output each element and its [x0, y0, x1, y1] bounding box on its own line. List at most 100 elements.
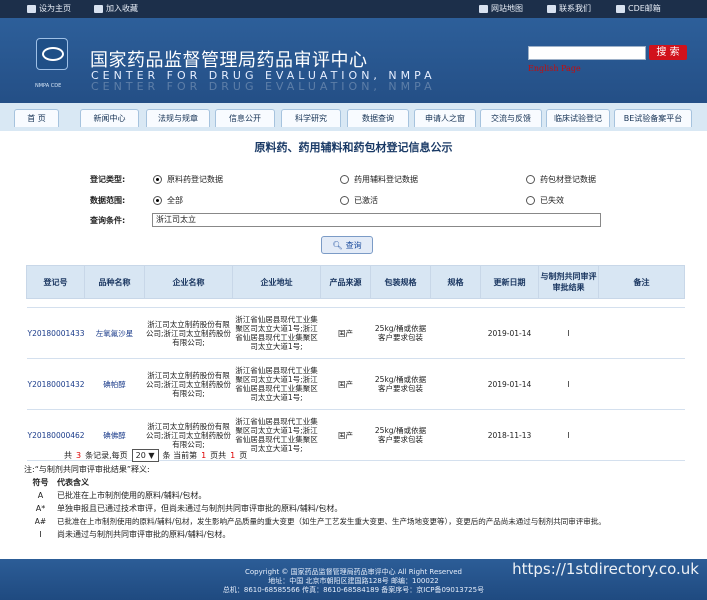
footer-phones: 总机：8610-68585566 传真：8610-68584189 备案序号：京… — [222, 586, 485, 594]
nav-regulations[interactable]: 法规与规章 — [146, 109, 210, 127]
nav-public-info[interactable]: 信息公开 — [215, 109, 275, 127]
type-radio-api[interactable]: 原料药登记数据 — [153, 174, 223, 185]
pager: 共 3 条记录,每页 20 ▼ 条 当前第 1 页共 1 页 — [64, 449, 248, 462]
package-spec: 25kg/桶或依据客户要求包装 — [370, 358, 431, 410]
review-result: I — [538, 307, 599, 359]
nav-be-platform[interactable]: BE试验备案平台 — [614, 109, 692, 127]
radio-dot — [526, 196, 535, 205]
review-result: I — [538, 409, 599, 461]
spec — [430, 358, 481, 410]
radio-dot — [526, 175, 535, 184]
company-name: 浙江司太立制药股份有限公司;浙江司太立制药股份有限公司; — [144, 358, 233, 410]
logo-caption: NMPA CDE — [35, 83, 62, 89]
remark — [598, 358, 685, 410]
col-header: 规格 — [430, 265, 481, 299]
radio-dot — [153, 175, 162, 184]
review-result: I — [538, 358, 599, 410]
update-date: 2019-01-14 — [480, 307, 539, 359]
product-name[interactable]: 左氧氟沙星 — [84, 307, 145, 359]
query-button[interactable]: 🔍︎ 查询 — [321, 236, 373, 254]
col-header: 更新日期 — [480, 265, 539, 299]
watermark: https://1stdirectory.co.uk — [512, 560, 699, 578]
package-spec: 25kg/桶或依据客户要求包装 — [370, 409, 431, 461]
col-header: 企业名称 — [144, 265, 233, 299]
legend-header: 符号 代表含义 — [32, 478, 90, 487]
mail-link[interactable]: CDE邮箱 — [616, 3, 661, 14]
product-source: 国产 — [320, 358, 371, 410]
scope-radio-inactive[interactable]: 已失效 — [526, 195, 564, 206]
site-search-input[interactable] — [528, 46, 646, 60]
legend-item: A 已批准在上市制剂使用的原料/辅料/包材。 — [37, 491, 207, 500]
spec — [430, 307, 481, 359]
legend-item: A* 单独申报且已通过技术审评，但尚未通过与制剂共同审评审批的原料/辅料/包材。 — [35, 504, 343, 513]
col-header: 企业地址 — [232, 265, 321, 299]
page-size-select[interactable]: 20 ▼ — [131, 449, 159, 462]
set-home-link[interactable]: 设为主页 — [27, 3, 71, 14]
type-label: 登记类型: — [90, 175, 126, 184]
nmpa-logo — [36, 38, 68, 70]
phone-icon — [547, 4, 556, 13]
reg-no-link[interactable]: Y20180001433 — [26, 307, 85, 359]
site-search-button[interactable]: 搜 索 — [649, 45, 687, 60]
nav-applicant[interactable]: 申请人之窗 — [414, 109, 476, 127]
company-address: 浙江省仙居县现代工业集聚区司太立大道1号;浙江省仙居县现代工业集聚区司太立大道1… — [232, 358, 321, 410]
package-spec: 25kg/桶或依据客户要求包装 — [370, 307, 431, 359]
update-date: 2018-11-13 — [480, 409, 539, 461]
top-bar: 设为主页 加入收藏 网站地图 联系我们 CDE邮箱 — [0, 0, 707, 18]
result-legend: 注:“与制剂共同审评审批结果”释义: 符号 代表含义 A 已批准在上市制剂使用的原料… — [24, 463, 606, 541]
sitemap-link[interactable]: 网站地图 — [479, 3, 523, 14]
col-header: 与制剂共同审评审批结果 — [538, 265, 599, 299]
legend-item: A# 已批准在上市制剂使用的原料/辅料/包材，发生影响产品质量的重大变更（如生产工… — [34, 517, 606, 526]
nav-data-query[interactable]: 数据查询 — [347, 109, 409, 127]
footer-address: 地址：中国 北京市朝阳区建国路128号 邮编：100022 — [268, 577, 439, 585]
current-page: 1 — [201, 451, 207, 460]
nav-home[interactable]: 首 页 — [14, 109, 59, 127]
nav-news[interactable]: 新闻中心 — [80, 109, 139, 127]
legend-item: I 尚未通过与制剂共同审评审批的原料/辅料/包材。 — [39, 530, 231, 539]
product-source: 国产 — [320, 409, 371, 461]
radio-dot — [340, 175, 349, 184]
question-icon — [479, 4, 488, 13]
radio-dot — [340, 196, 349, 205]
col-header: 包装规格 — [370, 265, 431, 299]
home-icon — [27, 4, 36, 13]
remark — [598, 307, 685, 359]
scope-label: 数据范围: — [90, 196, 126, 205]
nav-feedback[interactable]: 交流与反馈 — [480, 109, 542, 127]
site-title-en-reflection: CENTER FOR DRUG EVALUATION, NMPA — [91, 80, 436, 93]
nav-research[interactable]: 科学研究 — [281, 109, 341, 127]
legend-note: 注:“与制剂共同审评审批结果”释义: — [24, 465, 150, 474]
nav-clinical-trial[interactable]: 临床试验登记 — [546, 109, 610, 127]
table-row: Y20180001432 碘帕醇 浙江司太立制药股份有限公司;浙江司太立制药股份… — [26, 358, 685, 410]
reg-no-link[interactable]: Y20180001432 — [26, 358, 85, 410]
chevron-down-icon: ▼ — [148, 451, 155, 460]
search-icon: 🔍︎ — [332, 240, 343, 250]
col-header: 品种名称 — [84, 265, 145, 299]
contact-link[interactable]: 联系我们 — [547, 3, 591, 14]
col-header: 产品来源 — [320, 265, 371, 299]
company-address: 浙江省仙居县现代工业集聚区司太立大道1号;浙江省仙居县现代工业集聚区司太立大道1… — [232, 307, 321, 359]
product-name[interactable]: 碘帕醇 — [84, 358, 145, 410]
col-header: 登记号 — [26, 265, 85, 299]
main-nav: 首 页 新闻中心 法规与规章 信息公开 科学研究 数据查询 申请人之窗 交流与反… — [0, 103, 707, 131]
col-header: 备注 — [598, 265, 685, 299]
english-page-link[interactable]: English Page — [528, 64, 581, 73]
query-label: 查询条件: — [90, 216, 126, 225]
scope-radio-all[interactable]: 全部 — [153, 195, 183, 206]
bookmark-icon — [94, 4, 103, 13]
table-row: Y20180001433 左氧氟沙星 浙江司太立制药股份有限公司;浙江司太立制药… — [26, 307, 685, 359]
update-date: 2019-01-14 — [480, 358, 539, 410]
type-radio-excipient[interactable]: 药用辅料登记数据 — [340, 174, 418, 185]
scope-radio-active[interactable]: 已激活 — [340, 195, 378, 206]
remark — [598, 409, 685, 461]
type-radio-packaging[interactable]: 药包材登记数据 — [526, 174, 596, 185]
results-table: 登记号 品种名称 企业名称 企业地址 产品来源 包装规格 规格 更新日期 与制剂… — [26, 265, 685, 461]
spec — [430, 409, 481, 461]
product-source: 国产 — [320, 307, 371, 359]
query-input[interactable]: 浙江司太立 — [152, 213, 601, 227]
radio-dot — [153, 196, 162, 205]
total-records: 3 — [76, 451, 82, 460]
company-name: 浙江司太立制药股份有限公司;浙江司太立制药股份有限公司; — [144, 307, 233, 359]
bookmark-link[interactable]: 加入收藏 — [94, 3, 138, 14]
page-title: 原料药、药用辅料和药包材登记信息公示 — [254, 141, 453, 154]
